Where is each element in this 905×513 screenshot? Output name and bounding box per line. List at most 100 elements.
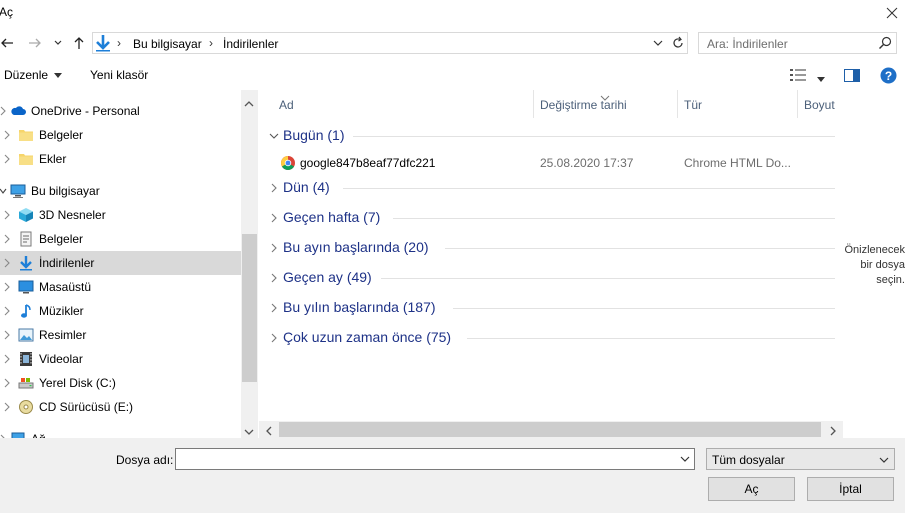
scroll-right-icon[interactable] (830, 425, 836, 439)
chevron-right-icon[interactable] (269, 212, 279, 224)
file-type-filter-select[interactable]: Tüm dosyalar (706, 448, 895, 470)
group-last-month[interactable]: Geçen ay (49) (259, 266, 843, 290)
group-label: Dün (4) (283, 179, 330, 195)
chevron-right-icon[interactable] (269, 182, 279, 194)
chevron-right-icon[interactable] (269, 302, 279, 314)
music-icon (18, 303, 34, 319)
nav-item-label: 3D Nesneler (39, 208, 106, 222)
chevron-right-icon[interactable] (2, 233, 12, 245)
filename-input[interactable] (175, 448, 695, 470)
file-list-horizontal-scrollbar[interactable] (259, 421, 843, 438)
new-folder-button[interactable]: Yeni klasör (90, 68, 148, 82)
refresh-icon[interactable] (670, 35, 686, 51)
recent-locations-chevron-icon[interactable] (49, 34, 67, 52)
navigation-pane-scrollbar[interactable] (241, 90, 258, 438)
scroll-left-icon[interactable] (266, 425, 272, 439)
nav-item-local-disk-c[interactable]: Yerel Disk (C:) (0, 371, 241, 395)
scroll-up-icon[interactable] (244, 96, 254, 110)
column-divider[interactable] (677, 90, 678, 118)
search-icon[interactable] (878, 36, 892, 50)
chevron-down-icon[interactable] (269, 130, 279, 142)
network-icon (10, 431, 26, 438)
breadcrumb-this-pc[interactable]: Bu bilgisayar (133, 37, 202, 51)
breadcrumb-downloads[interactable]: İndirilenler (223, 37, 278, 51)
group-earlier-this-year[interactable]: Bu yılın başlarında (187) (259, 296, 843, 320)
column-header-name[interactable]: Ad (279, 98, 294, 112)
nav-item-3d-objects[interactable]: 3D Nesneler (0, 203, 241, 227)
scroll-down-icon[interactable] (244, 424, 254, 438)
up-arrow-icon[interactable] (70, 34, 88, 52)
close-icon[interactable] (881, 2, 903, 24)
column-header-size[interactable]: Boyut (804, 98, 835, 112)
breadcrumb-separator-icon: › (209, 36, 213, 50)
nav-item-label: Resimler (39, 328, 87, 342)
help-icon[interactable]: ? (880, 67, 897, 87)
address-history-chevron-icon[interactable] (651, 36, 665, 50)
view-options-icon[interactable] (790, 69, 808, 84)
view-options-caret-icon[interactable] (816, 72, 826, 86)
chevron-right-icon[interactable] (2, 153, 12, 165)
nav-item-label: Masaüstü (39, 280, 92, 294)
nav-item-desktop[interactable]: Masaüstü (0, 275, 241, 299)
scrollbar-thumb[interactable] (242, 234, 257, 382)
nav-item-onedrive-documents[interactable]: Belgeler (0, 123, 241, 147)
nav-item-this-pc[interactable]: Bu bilgisayar (0, 179, 241, 203)
nav-item-music[interactable]: Müzikler (0, 299, 241, 323)
nav-item-cd-drive-e[interactable]: CD Sürücüsü (E:) (0, 395, 241, 419)
open-button[interactable]: Aç (708, 477, 795, 501)
organize-menu[interactable]: Düzenle (4, 68, 63, 82)
address-bar[interactable]: › Bu bilgisayar › İndirilenler (92, 32, 688, 54)
column-header-type[interactable]: Tür (684, 98, 702, 112)
column-divider[interactable] (533, 90, 534, 118)
chevron-right-icon[interactable] (2, 305, 12, 317)
chevron-right-icon[interactable] (2, 209, 12, 221)
disk-icon (18, 375, 34, 391)
desktop-icon (18, 279, 34, 295)
file-list: Ad Değiştirme tarihi Tür Boyut Bugün (1)… (259, 90, 843, 438)
preview-pane-icon[interactable] (844, 69, 860, 85)
chevron-right-icon[interactable] (0, 105, 8, 117)
nav-item-network[interactable]: Ağ (0, 427, 241, 438)
nav-item-downloads[interactable]: İndirilenler (0, 251, 241, 275)
chevron-right-icon[interactable] (2, 281, 12, 293)
nav-item-videos[interactable]: Videolar (0, 347, 241, 371)
search-placeholder: Ara: İndirilenler (707, 37, 788, 51)
nav-item-pictures[interactable]: Resimler (0, 323, 241, 347)
group-yesterday[interactable]: Dün (4) (259, 176, 843, 200)
chevron-right-icon[interactable] (2, 329, 12, 341)
forward-arrow-icon[interactable] (26, 34, 44, 52)
table-row[interactable]: google847b8eaf77dfc221 25.08.2020 17:37 … (259, 152, 843, 174)
chevron-right-icon[interactable] (269, 272, 279, 284)
nav-item-onedrive[interactable]: OneDrive - Personal (0, 99, 241, 123)
chevron-down-icon[interactable] (0, 185, 8, 197)
nav-item-label: Videolar (39, 352, 83, 366)
group-long-ago[interactable]: Çok uzun zaman önce (75) (259, 326, 843, 350)
chevron-right-icon[interactable] (2, 129, 12, 141)
nav-item-documents[interactable]: Belgeler (0, 227, 241, 251)
group-today[interactable]: Bugün (1) (259, 124, 843, 148)
chevron-right-icon[interactable] (2, 257, 12, 269)
search-box[interactable]: Ara: İndirilenler (698, 32, 897, 54)
group-earlier-this-month[interactable]: Bu ayın başlarında (20) (259, 236, 843, 260)
chevron-right-icon[interactable] (2, 401, 12, 413)
dialog-footer: Dosya adı: Tüm dosyalar Aç İptal (0, 438, 905, 513)
chevron-right-icon[interactable] (269, 332, 279, 344)
nav-item-label: İndirilenler (39, 256, 95, 270)
cd-icon (18, 399, 34, 415)
filter-value: Tüm dosyalar (712, 453, 785, 467)
column-divider[interactable] (797, 90, 798, 118)
chevron-down-icon[interactable] (679, 453, 691, 468)
chevron-right-icon[interactable] (269, 242, 279, 254)
back-arrow-icon[interactable] (0, 34, 16, 52)
file-name: google847b8eaf77dfc221 (300, 156, 436, 170)
nav-item-attachments[interactable]: Ekler (0, 147, 241, 171)
cancel-button[interactable]: İptal (807, 477, 894, 501)
scrollbar-thumb[interactable] (279, 422, 821, 437)
chevron-right-icon[interactable] (2, 353, 12, 365)
group-last-week[interactable]: Geçen hafta (7) (259, 206, 843, 230)
column-header-date[interactable]: Değiştirme tarihi (540, 98, 627, 112)
computer-icon (10, 183, 26, 199)
chevron-right-icon[interactable] (2, 377, 12, 389)
group-divider (445, 248, 835, 249)
chevron-down-icon[interactable] (878, 454, 890, 469)
